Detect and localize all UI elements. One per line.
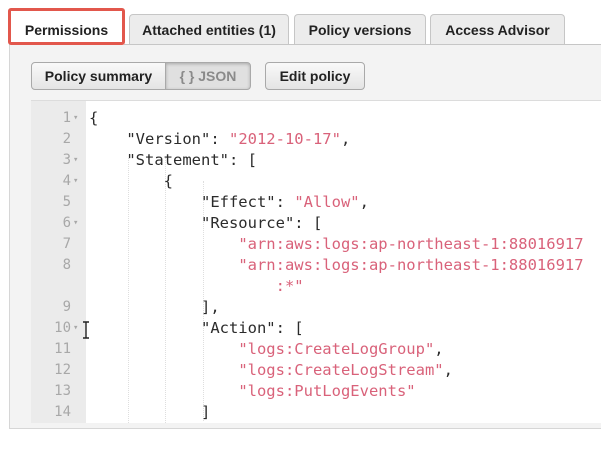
code-text: "Resource": [: [89, 213, 322, 234]
line-number: 3: [62, 152, 71, 168]
code-text: "logs:PutLogEvents": [89, 381, 416, 402]
code-line: 5 "Effect": "Allow",: [31, 192, 601, 213]
tab-label: Attached entities (1): [142, 21, 276, 38]
json-punctuation: ,: [434, 340, 444, 358]
json-string: "arn:aws:logs:ap-northeast-1:88016917: [238, 235, 584, 253]
line-number: 9: [62, 299, 71, 315]
code-text: {: [89, 108, 98, 129]
json-punctuation: [89, 340, 238, 358]
policy-summary-button[interactable]: Policy summary: [31, 62, 166, 90]
json-punctuation: "Statement": [: [89, 151, 257, 169]
json-punctuation: [89, 361, 238, 379]
code-text: {: [89, 171, 173, 192]
json-punctuation: {: [89, 172, 173, 190]
line-number: 2: [62, 131, 71, 147]
code-text: "Action": [: [89, 318, 304, 339]
tab-label: Access Advisor: [445, 21, 550, 38]
policy-summary-label: Policy summary: [44, 68, 153, 84]
tab-access-advisor[interactable]: Access Advisor: [430, 14, 565, 44]
line-number: 14: [54, 404, 71, 420]
code-line: 9 ],: [31, 297, 601, 318]
code-line: 7 "arn:aws:logs:ap-northeast-1:88016917: [31, 234, 601, 255]
line-number: 7: [62, 236, 71, 252]
tab-bar-divider: [124, 44, 601, 45]
code-text: "Effect": "Allow",: [89, 192, 369, 213]
edit-policy-button[interactable]: Edit policy: [265, 62, 365, 90]
code-text: "logs:CreateLogGroup",: [89, 339, 444, 360]
code-line: 6 ▾ "Resource": [: [31, 213, 601, 234]
json-string: "arn:aws:logs:ap-northeast-1:88016917: [238, 256, 584, 274]
line-number: 1: [62, 110, 71, 126]
code-text: "Version": "2012-10-17",: [89, 129, 350, 150]
code-lines: 1 ▾{2 "Version": "2012-10-17", 3 ▾ "Stateme…: [31, 108, 601, 423]
line-number: 4: [62, 173, 71, 189]
json-string: "logs:PutLogEvents": [238, 382, 416, 400]
fold-arrow-icon[interactable]: ▾: [73, 108, 78, 129]
code-line: 12 "logs:CreateLogStream",: [31, 360, 601, 381]
text-cursor-icon: [83, 321, 89, 339]
code-text: ]: [89, 402, 210, 423]
json-punctuation: [89, 256, 238, 274]
json-string: "logs:CreateLogStream": [238, 361, 444, 379]
line-number: 11: [54, 341, 71, 357]
tab-label: Policy versions: [308, 21, 412, 38]
line-number: 6: [62, 215, 71, 231]
tab-permissions[interactable]: Permissions: [11, 14, 122, 45]
json-punctuation: "Resource": [: [89, 214, 323, 232]
json-punctuation: ],: [89, 298, 220, 316]
json-string: "Allow": [294, 193, 360, 211]
fold-arrow-icon[interactable]: ▾: [73, 318, 78, 339]
json-punctuation: ,: [340, 130, 351, 148]
code-line: 8 "arn:aws:logs:ap-northeast-1:88016917: [31, 255, 601, 276]
json-editor[interactable]: 1 ▾{2 "Version": "2012-10-17", 3 ▾ "Stateme…: [31, 100, 601, 423]
code-text: ],: [89, 297, 220, 318]
json-punctuation: "Effect":: [89, 193, 295, 211]
code-line: 4 ▾ {: [31, 171, 601, 192]
tab-label: Permissions: [24, 22, 109, 38]
line-number: 12: [54, 362, 71, 378]
code-text: "logs:CreateLogStream",: [89, 360, 453, 381]
code-line: 14 ]: [31, 402, 601, 423]
json-punctuation: "Version":: [89, 130, 229, 148]
json-label: { } JSON: [179, 68, 237, 84]
tab-attached-entities[interactable]: Attached entities (1): [129, 14, 289, 44]
code-line: 13 "logs:PutLogEvents": [31, 381, 601, 402]
json-string: "logs:CreateLogGroup": [238, 340, 435, 358]
line-number: 10: [54, 320, 71, 336]
fold-arrow-icon[interactable]: ▾: [73, 213, 78, 234]
code-text: :*": [89, 276, 304, 297]
code-text: "arn:aws:logs:ap-northeast-1:88016917: [89, 255, 584, 276]
json-punctuation: "Action": [: [89, 319, 304, 337]
json-punctuation: ,: [359, 193, 369, 211]
code-line: 10 ▾ "Action": [: [31, 318, 601, 339]
json-punctuation: [89, 235, 238, 253]
fold-arrow-icon[interactable]: ▾: [73, 150, 78, 171]
code-line: 2 "Version": "2012-10-17",: [31, 129, 601, 150]
code-line: 11 "logs:CreateLogGroup",: [31, 339, 601, 360]
code-line: 1 ▾ {: [31, 108, 601, 129]
json-punctuation: ]: [89, 403, 211, 421]
code-text: "arn:aws:logs:ap-northeast-1:88016917: [89, 234, 584, 255]
json-string: "2012-10-17": [228, 130, 341, 148]
json-string: :*": [275, 277, 304, 295]
line-number: 8: [62, 257, 71, 273]
tab-policy-versions[interactable]: Policy versions: [294, 14, 426, 44]
line-number: 5: [62, 194, 71, 210]
edit-policy-label: Edit policy: [279, 68, 351, 84]
fold-arrow-icon[interactable]: ▾: [73, 171, 78, 192]
code-line: :*": [31, 276, 601, 297]
json-punctuation: ,: [443, 361, 453, 379]
line-number: 13: [54, 383, 71, 399]
json-punctuation: {: [89, 109, 99, 127]
code-line: 3 ▾ "Statement": [: [31, 150, 601, 171]
json-punctuation: [89, 382, 238, 400]
json-view-button[interactable]: { } JSON: [165, 62, 251, 90]
code-text: "Statement": [: [89, 150, 257, 171]
json-punctuation: [89, 277, 276, 295]
